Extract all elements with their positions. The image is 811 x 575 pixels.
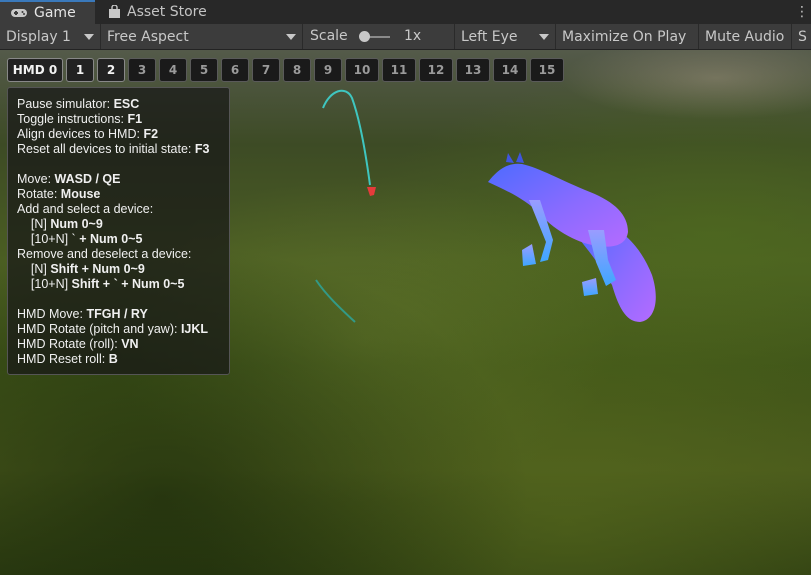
- more-options-icon[interactable]: ⋮: [795, 3, 809, 21]
- device-button-10[interactable]: 10: [345, 58, 379, 82]
- device-button-8[interactable]: 8: [283, 58, 311, 82]
- tab-game[interactable]: Game: [0, 0, 95, 24]
- instruction-text: [10+N] `: [17, 232, 80, 246]
- scale-value: 1x: [404, 28, 422, 44]
- instruction-key: Shift + ` + Num 0~5: [71, 277, 185, 291]
- device-button-11[interactable]: 11: [382, 58, 416, 82]
- device-button-1[interactable]: 1: [66, 58, 94, 82]
- chevron-down-icon: [286, 34, 296, 40]
- mute-audio-label: Mute Audio: [705, 28, 785, 45]
- device-selector: HMD 0 1 2 3 4 5 6 7 8 9 10 11 12 13 14 15: [7, 58, 564, 82]
- gamepad-icon: [11, 9, 27, 17]
- maximize-on-play-toggle[interactable]: Maximize On Play: [556, 24, 699, 49]
- device-button-hmd[interactable]: HMD 0: [7, 58, 63, 82]
- instruction-text: Remove and deselect a device:: [17, 247, 192, 261]
- controller-ray-top: [322, 89, 371, 186]
- instruction-line: HMD Move: TFGH / RY: [17, 307, 229, 322]
- instruction-key: WASD / QE: [54, 172, 121, 186]
- tab-label: Asset Store: [127, 4, 207, 20]
- controller-ray-bottom: [315, 279, 356, 323]
- instruction-key: VN: [121, 337, 139, 351]
- game-view-toolbar: Display 1 Free Aspect Scale 1x Left Eye …: [0, 24, 811, 50]
- instruction-line: [10+N] ` + Num 0~5: [17, 232, 229, 247]
- instruction-line: HMD Rotate (roll): VN: [17, 337, 229, 352]
- device-button-6[interactable]: 6: [221, 58, 249, 82]
- instruction-spacer: [17, 292, 229, 307]
- instruction-line: Add and select a device:: [17, 202, 229, 217]
- maximize-on-play-label: Maximize On Play: [562, 28, 687, 45]
- instruction-text: Pause simulator:: [17, 97, 114, 111]
- instruction-key: Mouse: [60, 187, 101, 201]
- instruction-line: [N] Shift + Num 0~9: [17, 262, 229, 277]
- instruction-key: Num 0~9: [50, 217, 103, 231]
- instruction-key: F2: [143, 127, 159, 141]
- scale-slider-handle[interactable]: [359, 31, 370, 42]
- instruction-line: Align devices to HMD: F2: [17, 127, 229, 142]
- instruction-text: HMD Move:: [17, 307, 87, 321]
- scale-label: Scale: [310, 28, 348, 44]
- instruction-key: TFGH / RY: [86, 307, 148, 321]
- display-dropdown[interactable]: Display 1: [0, 24, 101, 49]
- tab-bar: Game Asset Store ⋮: [0, 0, 811, 25]
- controller-device: [367, 187, 376, 196]
- device-button-2[interactable]: 2: [97, 58, 125, 82]
- device-button-7[interactable]: 7: [252, 58, 280, 82]
- stats-toggle[interactable]: S: [792, 24, 811, 49]
- instructions-panel: Pause simulator: ESC Toggle instructions:…: [7, 87, 230, 375]
- instruction-line: Remove and deselect a device:: [17, 247, 229, 262]
- stats-label: S: [798, 28, 807, 45]
- device-button-12[interactable]: 12: [419, 58, 453, 82]
- instruction-line: HMD Rotate (pitch and yaw): IJKL: [17, 322, 229, 337]
- instruction-key: + Num 0~5: [79, 232, 143, 246]
- instruction-text: [10+N]: [17, 277, 72, 291]
- device-button-3[interactable]: 3: [128, 58, 156, 82]
- mute-audio-toggle[interactable]: Mute Audio: [699, 24, 792, 49]
- tab-asset-store[interactable]: Asset Store: [98, 0, 228, 24]
- device-button-5[interactable]: 5: [190, 58, 218, 82]
- instruction-text: HMD Rotate (roll):: [17, 337, 122, 351]
- instruction-text: [N]: [17, 262, 51, 276]
- instruction-key: F3: [194, 142, 210, 156]
- instruction-key: ESC: [113, 97, 140, 111]
- instruction-text: Add and select a device:: [17, 202, 154, 216]
- instruction-text: HMD Rotate (pitch and yaw):: [17, 322, 181, 336]
- device-button-15[interactable]: 15: [530, 58, 564, 82]
- instruction-text: Align devices to HMD:: [17, 127, 144, 141]
- instruction-line: Rotate: Mouse: [17, 187, 229, 202]
- instruction-key: IJKL: [180, 322, 209, 336]
- instruction-line: Toggle instructions: F1: [17, 112, 229, 127]
- eye-dropdown-value: Left Eye: [461, 28, 518, 45]
- chevron-down-icon: [539, 34, 549, 40]
- device-button-13[interactable]: 13: [456, 58, 490, 82]
- instruction-text: Rotate:: [17, 187, 61, 201]
- aspect-dropdown-value: Free Aspect: [107, 28, 189, 45]
- instruction-text: Move:: [17, 172, 55, 186]
- aspect-dropdown[interactable]: Free Aspect: [101, 24, 303, 49]
- chevron-down-icon: [84, 34, 94, 40]
- instruction-line: Pause simulator: ESC: [17, 97, 229, 112]
- instruction-line: Reset all devices to initial state: F3: [17, 142, 229, 157]
- instruction-text: [N]: [17, 217, 51, 231]
- device-button-9[interactable]: 9: [314, 58, 342, 82]
- instruction-line: HMD Reset roll: B: [17, 352, 229, 367]
- instruction-text: Toggle instructions:: [17, 112, 128, 126]
- scale-control: Scale 1x: [303, 24, 455, 49]
- display-dropdown-value: Display 1: [6, 28, 71, 45]
- instruction-line: [10+N] Shift + ` + Num 0~5: [17, 277, 229, 292]
- instruction-line: Move: WASD / QE: [17, 172, 229, 187]
- instruction-key: Shift + Num 0~9: [50, 262, 145, 276]
- instruction-text: Reset all devices to initial state:: [17, 142, 195, 156]
- shopping-bag-icon: [109, 5, 120, 18]
- tab-label: Game: [34, 5, 76, 21]
- instruction-line: [N] Num 0~9: [17, 217, 229, 232]
- eye-dropdown[interactable]: Left Eye: [455, 24, 556, 49]
- fox-model: [488, 152, 656, 322]
- instruction-text: HMD Reset roll:: [17, 352, 109, 366]
- instruction-key: B: [108, 352, 118, 366]
- instruction-key: F1: [127, 112, 143, 126]
- device-button-14[interactable]: 14: [493, 58, 527, 82]
- instruction-spacer: [17, 157, 229, 172]
- device-button-4[interactable]: 4: [159, 58, 187, 82]
